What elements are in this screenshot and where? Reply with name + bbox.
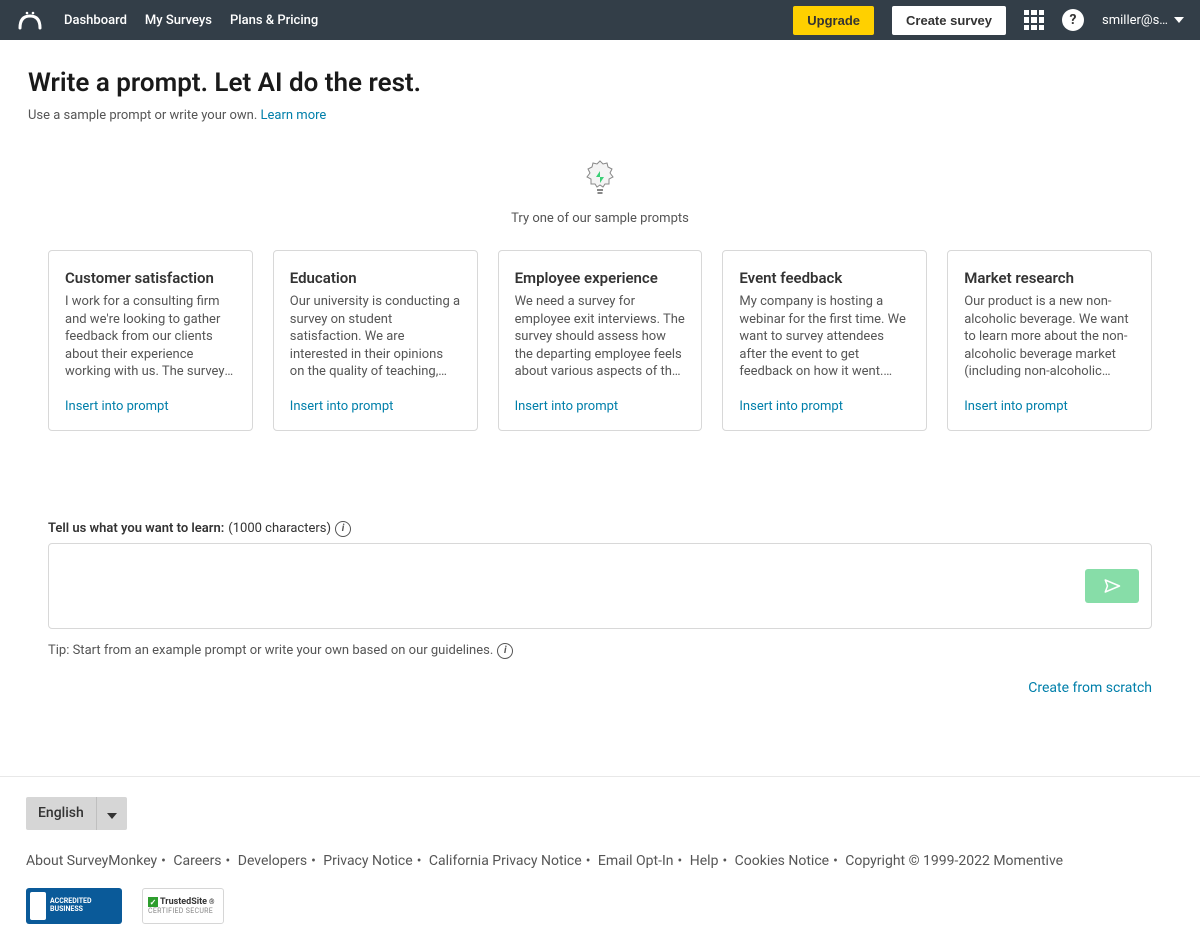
- send-icon: [1103, 577, 1121, 595]
- insert-prompt-link[interactable]: Insert into prompt: [964, 399, 1135, 414]
- prompt-tip: Tip: Start from an example prompt or wri…: [48, 643, 1152, 659]
- card-title: Education: [290, 269, 461, 287]
- prompt-label: Tell us what you want to learn: (1000 ch…: [48, 521, 1152, 537]
- user-menu[interactable]: smiller@s…: [1102, 13, 1184, 28]
- footer-badges: ACCREDITEDBUSINESS ✓TrustedSite® CERTIFI…: [26, 888, 1174, 924]
- card-desc: Our university is conducting a survey on…: [290, 293, 461, 381]
- card-desc: My company is hosting a webinar for the …: [739, 293, 910, 381]
- card-desc: I work for a consulting firm and we're l…: [65, 293, 236, 381]
- help-icon[interactable]: ?: [1062, 9, 1084, 31]
- chevron-down-icon: [1174, 17, 1184, 23]
- prompt-box: [48, 543, 1152, 629]
- lightbulb-icon: [582, 159, 618, 203]
- header-right: Upgrade Create survey ? smiller@s…: [793, 6, 1184, 35]
- footer-link-cookies[interactable]: Cookies Notice: [735, 853, 829, 869]
- learn-more-link[interactable]: Learn more: [261, 108, 327, 123]
- trustedsite-badge[interactable]: ✓TrustedSite® CERTIFIED SECURE: [142, 888, 224, 924]
- hero-section: Try one of our sample prompts: [28, 159, 1172, 226]
- nav-dashboard[interactable]: Dashboard: [64, 13, 127, 28]
- create-from-scratch-link[interactable]: Create from scratch: [1028, 680, 1152, 696]
- footer-link-about[interactable]: About SurveyMonkey: [26, 853, 157, 869]
- footer-link-privacy[interactable]: Privacy Notice: [323, 853, 412, 869]
- insert-prompt-link[interactable]: Insert into prompt: [65, 399, 236, 414]
- card-education: Education Our university is conducting a…: [273, 250, 478, 431]
- footer-link-help[interactable]: Help: [690, 853, 719, 869]
- nav-plans-pricing[interactable]: Plans & Pricing: [230, 13, 318, 28]
- page-subtitle: Use a sample prompt or write your own. L…: [28, 108, 1172, 123]
- card-employee-experience: Employee experience We need a survey for…: [498, 250, 703, 431]
- page-title: Write a prompt. Let AI do the rest.: [28, 68, 1172, 98]
- hero-caption: Try one of our sample prompts: [28, 211, 1172, 226]
- footer-link-ca-privacy[interactable]: California Privacy Notice: [429, 853, 582, 869]
- footer-link-careers[interactable]: Careers: [173, 853, 221, 869]
- language-selector[interactable]: English: [26, 797, 127, 830]
- apps-grid-icon[interactable]: [1024, 10, 1044, 30]
- insert-prompt-link[interactable]: Insert into prompt: [290, 399, 461, 414]
- user-email: smiller@s…: [1102, 13, 1168, 28]
- info-icon[interactable]: i: [335, 521, 351, 537]
- card-customer-satisfaction: Customer satisfaction I work for a consu…: [48, 250, 253, 431]
- card-title: Event feedback: [739, 269, 910, 287]
- info-icon[interactable]: i: [497, 643, 513, 659]
- card-event-feedback: Event feedback My company is hosting a w…: [722, 250, 927, 431]
- main-content: Write a prompt. Let AI do the rest. Use …: [0, 40, 1200, 696]
- language-label: English: [26, 798, 96, 828]
- footer-links: About SurveyMonkey• Careers• Developers•…: [26, 850, 1174, 872]
- top-header: Dashboard My Surveys Plans & Pricing Upg…: [0, 0, 1200, 40]
- card-desc: Our product is a new non-alcoholic bever…: [964, 293, 1135, 381]
- card-title: Employee experience: [515, 269, 686, 287]
- card-market-research: Market research Our product is a new non…: [947, 250, 1152, 431]
- upgrade-button[interactable]: Upgrade: [793, 6, 874, 35]
- submit-prompt-button[interactable]: [1085, 569, 1139, 603]
- bbb-badge[interactable]: ACCREDITEDBUSINESS: [26, 888, 122, 924]
- prompt-section: Tell us what you want to learn: (1000 ch…: [48, 521, 1152, 696]
- header-left: Dashboard My Surveys Plans & Pricing: [16, 6, 318, 34]
- main-nav: Dashboard My Surveys Plans & Pricing: [64, 13, 318, 28]
- insert-prompt-link[interactable]: Insert into prompt: [739, 399, 910, 414]
- prompt-input[interactable]: [61, 556, 1085, 616]
- footer: English About SurveyMonkey• Careers• Dev…: [0, 776, 1200, 950]
- footer-copyright: Copyright © 1999-2022 Momentive: [845, 853, 1063, 869]
- create-survey-button[interactable]: Create survey: [892, 6, 1006, 35]
- nav-my-surveys[interactable]: My Surveys: [145, 13, 212, 28]
- insert-prompt-link[interactable]: Insert into prompt: [515, 399, 686, 414]
- chevron-down-icon: [96, 797, 127, 830]
- card-desc: We need a survey for employee exit inter…: [515, 293, 686, 381]
- card-title: Customer satisfaction: [65, 269, 236, 287]
- prompt-cards: Customer satisfaction I work for a consu…: [48, 250, 1152, 431]
- footer-link-developers[interactable]: Developers: [238, 853, 307, 869]
- footer-link-email-optin[interactable]: Email Opt-In: [598, 853, 674, 869]
- brand-logo-icon[interactable]: [16, 6, 44, 34]
- card-title: Market research: [964, 269, 1135, 287]
